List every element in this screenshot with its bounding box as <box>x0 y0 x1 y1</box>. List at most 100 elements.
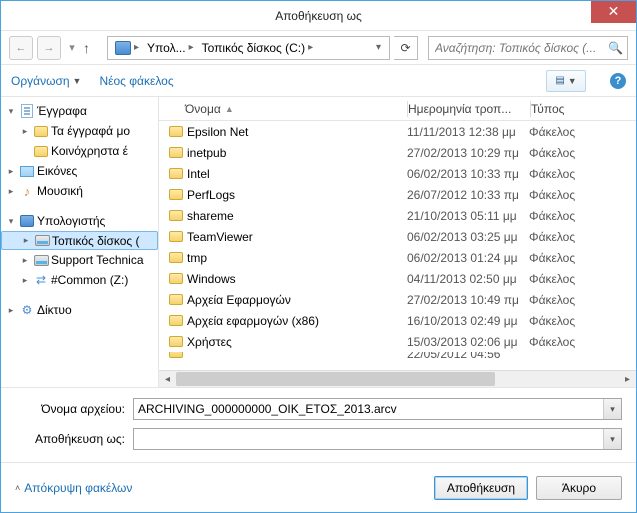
horizontal-scrollbar[interactable]: ◂ ▸ <box>159 370 636 387</box>
breadcrumb-dropdown[interactable]: ▾ <box>372 42 385 53</box>
file-type: Φάκελος <box>529 272 636 286</box>
file-type: Φάκελος <box>529 293 636 307</box>
tree-node-public-documents[interactable]: Κοινόχρηστα έ <box>1 141 158 161</box>
file-name: Αρχεία εφαρμογών (x86) <box>187 314 407 328</box>
folder-icon <box>169 273 183 284</box>
toolbar-label: Οργάνωση <box>11 74 70 88</box>
network-drive-icon: ⇄ <box>33 273 49 287</box>
tree-node-computer[interactable]: ▾ Υπολογιστής <box>1 211 158 231</box>
save-as-type-dropdown[interactable]: ▾ <box>603 429 621 449</box>
filename-label: Όνομα αρχείου: <box>15 402 133 416</box>
arrow-right-icon: → <box>44 42 55 54</box>
file-type: Φάκελος <box>529 188 636 202</box>
close-button[interactable]: ✕ <box>591 1 636 23</box>
file-row[interactable]: tmp06/02/2013 01:24 μμΦάκελος <box>159 247 636 268</box>
column-header-type[interactable]: Τύπος <box>531 102 636 116</box>
save-as-dialog: Αποθήκευση ως ✕ ← → ▾ ↑ ▸ Υπολ... ▸ <box>0 0 637 513</box>
breadcrumb[interactable]: ▸ Υπολ... ▸ Τοπικός δίσκος (C:) ▸ ▾ <box>107 36 390 60</box>
pictures-icon <box>20 166 34 177</box>
scroll-track[interactable] <box>176 371 619 387</box>
hide-folders-toggle[interactable]: ˄ Απόκρυψη φακέλων <box>15 481 132 495</box>
file-row[interactable]: PerfLogs26/07/2012 10:33 πμΦάκελος <box>159 184 636 205</box>
nav-row: ← → ▾ ↑ ▸ Υπολ... ▸ Τοπικός δίσκος (C:) … <box>1 31 636 65</box>
file-row[interactable]: Intel06/02/2013 10:33 πμΦάκελος <box>159 163 636 184</box>
file-row[interactable]: Αρχεία Εφαρμογών27/02/2013 10:49 πμΦάκελ… <box>159 289 636 310</box>
view-options-button[interactable]: ▤ ▼ <box>546 70 586 92</box>
scroll-right-button[interactable]: ▸ <box>619 371 636 387</box>
computer-icon <box>115 41 131 55</box>
chevron-down-icon: ▼ <box>73 76 82 86</box>
breadcrumb-local-disk[interactable]: Τοπικός δίσκος (C:) ▸ <box>199 37 317 59</box>
tree-node-common[interactable]: ▸ ⇄ #Common (Z:) <box>1 270 158 290</box>
form-area: Όνομα αρχείου: ▾ Αποθήκευση ως: ▾ <box>1 388 636 458</box>
cancel-button[interactable]: Άκυρο <box>536 476 622 500</box>
help-button[interactable]: ? <box>610 73 626 89</box>
file-name: shareme <box>187 209 407 223</box>
search-input[interactable] <box>433 40 608 56</box>
save-as-type-input[interactable] <box>134 432 603 446</box>
nav-history-dropdown[interactable]: ▾ <box>65 36 79 60</box>
file-type: Φάκελος <box>529 251 636 265</box>
file-date: 27/02/2013 10:49 πμ <box>407 293 529 307</box>
tree-node-documents[interactable]: ▾ Έγγραφα <box>1 101 158 121</box>
new-folder-button[interactable]: Νέος φάκελος <box>99 74 173 88</box>
organize-menu[interactable]: Οργάνωση ▼ <box>11 74 81 88</box>
breadcrumb-label: Υπολ... <box>147 41 186 55</box>
refresh-button[interactable]: ⟳ <box>394 36 418 60</box>
collapse-icon[interactable]: ▾ <box>5 216 17 227</box>
breadcrumb-root[interactable]: ▸ <box>112 37 142 59</box>
expand-icon[interactable]: ▸ <box>5 166 17 177</box>
nav-up-button[interactable]: ↑ <box>83 40 103 56</box>
button-label: Άκυρο <box>562 481 596 495</box>
toolbar: Οργάνωση ▼ Νέος φάκελος ▤ ▼ ? <box>1 65 636 97</box>
file-type: Φάκελος <box>529 167 636 181</box>
expand-icon[interactable]: ▸ <box>19 126 31 137</box>
expand-icon[interactable]: ▸ <box>5 305 17 316</box>
scroll-thumb[interactable] <box>176 372 495 386</box>
dialog-body: ▾ Έγγραφα ▸ Τα έγγραφά μο Κοινόχρηστα έ … <box>1 97 636 388</box>
file-type: Φάκελος <box>529 314 636 328</box>
tree-node-support[interactable]: ▸ Support Technica <box>1 250 158 270</box>
folder-tree[interactable]: ▾ Έγγραφα ▸ Τα έγγραφά μο Κοινόχρηστα έ … <box>1 97 159 387</box>
expand-icon[interactable]: ▸ <box>19 255 31 266</box>
file-row[interactable]: Epsilon Net11/11/2013 12:38 μμΦάκελος <box>159 121 636 142</box>
folder-icon <box>169 352 183 358</box>
nav-back-button[interactable]: ← <box>9 36 33 60</box>
file-row[interactable]: inetpub27/02/2013 10:29 πμΦάκελος <box>159 142 636 163</box>
file-list[interactable]: Epsilon Net11/11/2013 12:38 μμΦάκελοςine… <box>159 121 636 370</box>
file-row[interactable]: shareme21/10/2013 05:11 μμΦάκελος <box>159 205 636 226</box>
file-date: 26/07/2012 10:33 πμ <box>407 188 529 202</box>
file-date: 21/10/2013 05:11 μμ <box>407 209 529 223</box>
search-box[interactable]: 🔍 <box>428 36 628 60</box>
file-row[interactable]: Windows04/11/2013 02:50 μμΦάκελος <box>159 268 636 289</box>
arrow-left-icon: ← <box>16 42 27 54</box>
expand-icon[interactable]: ▸ <box>5 186 17 197</box>
file-row[interactable]: TeamViewer06/02/2013 03:25 μμΦάκελος <box>159 226 636 247</box>
file-name: TeamViewer <box>187 230 407 244</box>
file-row[interactable]: Χρήστες15/03/2013 02:06 μμΦάκελος <box>159 331 636 352</box>
column-header-date[interactable]: Ημερομηνία τροπ... <box>408 102 530 116</box>
tree-node-network[interactable]: ▸ ⚙ Δίκτυο <box>1 300 158 320</box>
file-type: Φάκελος <box>529 230 636 244</box>
save-button[interactable]: Αποθήκευση <box>434 476 528 500</box>
scroll-left-button[interactable]: ◂ <box>159 371 176 387</box>
tree-node-local-disk[interactable]: ▸ Τοπικός δίσκος ( <box>1 231 158 250</box>
file-row[interactable]: 22/05/2012 04:56 <box>159 352 636 363</box>
tree-node-music[interactable]: ▸ ♪ Μουσική <box>1 181 158 201</box>
filename-field[interactable]: ▾ <box>133 398 622 420</box>
column-header-name[interactable]: Όνομα ▲ <box>159 102 407 116</box>
breadcrumb-computer[interactable]: Υπολ... ▸ <box>144 37 197 59</box>
expand-icon[interactable]: ▸ <box>20 235 32 246</box>
folder-icon <box>169 147 183 158</box>
expand-icon[interactable]: ▸ <box>19 275 31 286</box>
file-row[interactable]: Αρχεία εφαρμογών (x86)16/10/2013 02:49 μ… <box>159 310 636 331</box>
tree-node-my-documents[interactable]: ▸ Τα έγγραφά μο <box>1 121 158 141</box>
file-name: PerfLogs <box>187 188 407 202</box>
save-as-type-field[interactable]: ▾ <box>133 428 622 450</box>
collapse-icon[interactable]: ▾ <box>5 106 17 117</box>
tree-node-pictures[interactable]: ▸ Εικόνες <box>1 161 158 181</box>
filename-dropdown[interactable]: ▾ <box>603 399 621 419</box>
filename-input[interactable] <box>134 402 603 416</box>
nav-forward-button[interactable]: → <box>37 36 61 60</box>
file-date: 16/10/2013 02:49 μμ <box>407 314 529 328</box>
